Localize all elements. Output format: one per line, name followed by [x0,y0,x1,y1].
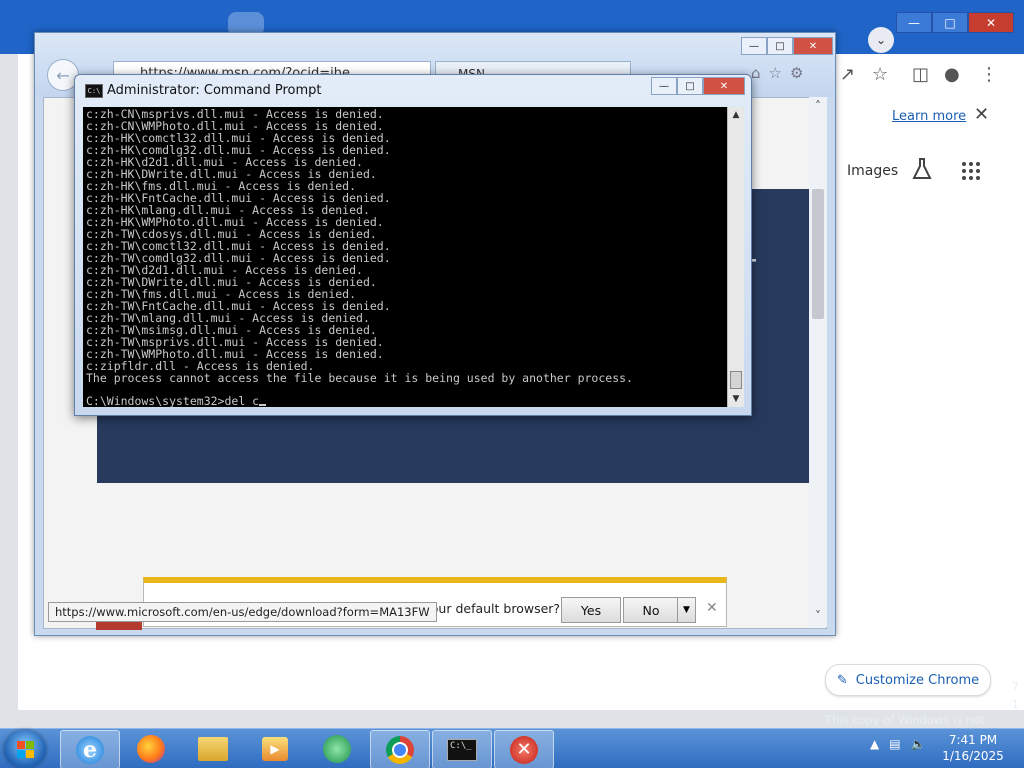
taskbar-chrome[interactable] [370,730,430,768]
console-lines: c:zh-CN\msprivs.dll.mui - Access is deni… [86,108,633,384]
home-icon[interactable]: ⌂ [751,64,769,82]
tab-search-chevron-icon[interactable]: ⌄ [868,27,894,53]
scroll-up-icon[interactable]: ˄ [809,97,827,115]
taskbar-file-explorer[interactable] [184,730,242,767]
cmd-scrollbar[interactable]: ▲ ▼ [727,107,744,407]
system-tray: ▲ ▤ 🔈 [870,737,926,751]
console-prompt-line[interactable]: C:\Windows\system32>del c [86,394,267,407]
folder-icon [198,736,228,761]
cmd-window-controls: — □ ✕ [651,77,745,95]
maximize-button[interactable]: □ [932,12,968,33]
cmd-maximize-button[interactable]: □ [677,77,703,95]
scroll-down-icon[interactable]: ˅ [809,607,827,625]
cmd-close-button[interactable]: ✕ [703,77,745,95]
console-output[interactable]: c:zh-CN\msprivs.dll.mui - Access is deni… [83,107,727,407]
labs-flask-icon[interactable] [912,158,932,180]
start-button[interactable] [4,730,46,768]
cmd-scroll-thumb[interactable] [730,371,742,389]
taskbar-messenger[interactable] [308,730,366,767]
clock-date: 1/16/2025 [942,749,1004,763]
ie-close-button[interactable]: ✕ [793,37,833,55]
ie-window-controls: — □ ✕ [741,37,833,55]
banner-close-icon[interactable]: ✕ [974,104,989,125]
taskbar-media-player[interactable]: ▶ [246,730,304,767]
share-icon[interactable]: ↗ [840,64,855,85]
page-accent-stripe [96,622,142,630]
ie-toolbar-icons: ⌂☆⚙ [751,64,811,82]
favorites-star-icon[interactable]: ☆ [769,64,790,82]
status-bar-url-tooltip: https://www.microsoft.com/en-us/edge/dow… [48,602,437,622]
scroll-up-icon[interactable]: ▲ [728,107,744,123]
desktop-side-digit: 7 [1012,680,1019,693]
cmd-window-title: Administrator: Command Prompt [107,83,322,98]
network-icon[interactable]: ▤ [889,737,900,751]
internet-explorer-icon: e [76,735,104,764]
ie-scrollbar[interactable]: ˄ ˅ [809,97,827,627]
learn-more-link[interactable]: Learn more [892,109,966,124]
customize-chrome-button[interactable]: ✎ Customize Chrome [825,664,991,696]
side-panel-icon[interactable]: ◫ [912,64,929,85]
close-button[interactable]: ✕ [968,12,1014,33]
yes-button[interactable]: Yes [561,597,621,623]
customize-chrome-label: Customize Chrome [855,672,980,688]
text-cursor [259,404,267,406]
firefox-icon [137,734,165,763]
notification-close-icon[interactable]: ✕ [706,600,718,616]
error-x-icon: ✕ [510,735,538,764]
ie-scroll-thumb[interactable] [812,189,824,319]
chrome-icon-center [392,741,408,758]
clock-time: 7:41 PM [948,733,998,747]
ie-minimize-button[interactable]: — [741,37,767,55]
bookmark-star-icon[interactable]: ☆ [872,64,888,85]
menu-kebab-icon[interactable]: ⋮ [980,64,998,85]
taskbar: e ▶ C:\_ ✕ ▲ ▤ 🔈 7:41 PM 1/16/2025 [0,728,1024,768]
profile-avatar-icon[interactable]: ● [944,64,960,85]
pencil-icon: ✎ [836,672,848,688]
system-clock[interactable]: 7:41 PM 1/16/2025 [938,732,1008,764]
chrome-window-controls: — □ ✕ [896,12,1014,33]
desktop-side-digit: 1 [1012,698,1019,711]
images-link[interactable]: Images [847,163,898,179]
settings-gear-icon[interactable]: ⚙ [790,64,811,82]
minimize-button[interactable]: — [896,12,932,33]
console-line: The process cannot access the file becau… [86,371,633,385]
show-hidden-icons-icon[interactable]: ▲ [870,737,879,751]
taskbar-command-prompt[interactable]: C:\_ [432,730,492,768]
ie-maximize-button[interactable]: □ [767,37,793,55]
cmd-app-icon: C:\ [85,84,103,98]
prompt-text: C:\Windows\system32>del c [86,394,260,407]
messenger-icon [323,734,351,763]
command-prompt-window: C:\ Administrator: Command Prompt — □ ✕ … [74,74,752,416]
scroll-down-icon[interactable]: ▼ [728,391,744,407]
command-prompt-icon: C:\_ [447,738,477,761]
no-options-dropdown-icon[interactable]: ▼ [677,597,696,623]
media-player-icon: ▶ [262,736,288,761]
taskbar-firefox[interactable] [122,730,180,767]
chrome-icon [386,735,414,764]
taskbar-error-app[interactable]: ✕ [494,730,554,768]
taskbar-internet-explorer[interactable]: e [60,730,120,768]
cmd-minimize-button[interactable]: — [651,77,677,95]
google-apps-icon[interactable] [962,162,980,180]
volume-muted-icon[interactable]: 🔈 [911,737,926,751]
no-button[interactable]: No [623,597,679,623]
